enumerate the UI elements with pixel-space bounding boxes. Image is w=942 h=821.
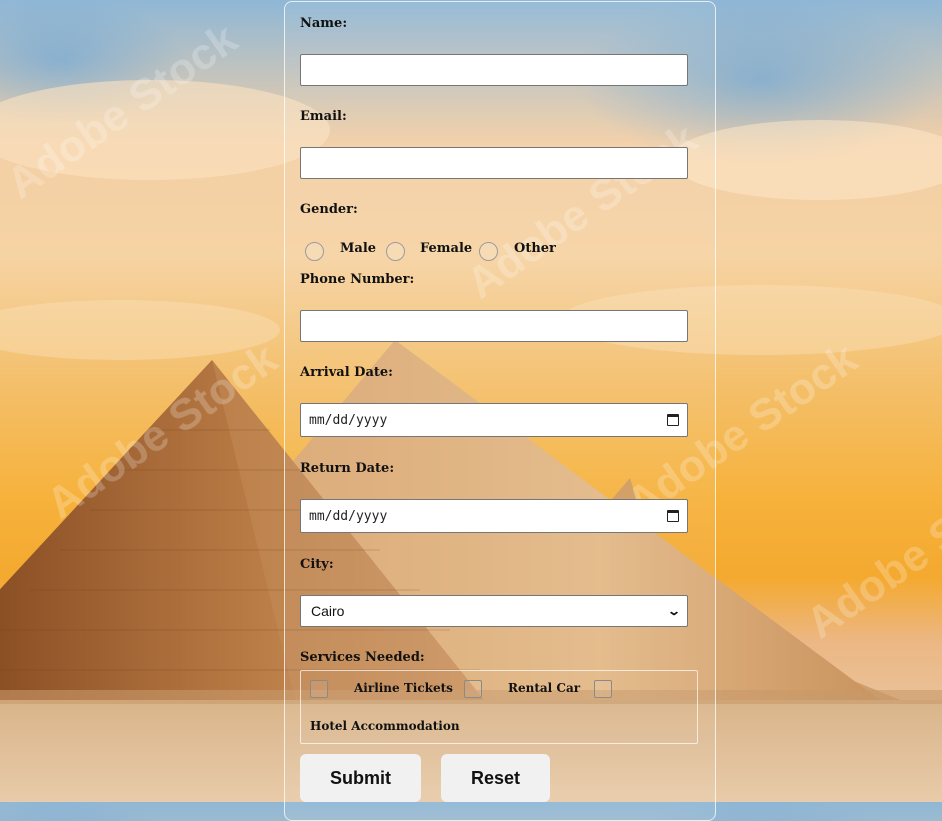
gender-other-radio[interactable] [479,242,498,261]
service-hotel-checkbox[interactable] [594,680,612,698]
return-date-label: Return Date: [300,461,395,476]
city-select[interactable]: Cairo ⌄ [300,595,688,627]
city-selected-value: Cairo [311,603,345,619]
return-date-placeholder: mm/dd/yyyy [309,508,388,524]
service-airline-label: Airline Tickets [354,681,453,695]
phone-input[interactable] [300,310,688,342]
gender-male-label: Male [340,241,377,256]
phone-label: Phone Number: [300,272,415,287]
service-airline-checkbox[interactable] [310,680,328,698]
arrival-date-label: Arrival Date: [300,365,393,380]
services-label: Services Needed: [300,650,425,665]
watermark-text: Adobe Stock [0,14,246,209]
service-rental-car-label: Rental Car [508,681,581,695]
gender-female-label: Female [420,241,473,256]
watermark-text: Adobe Stock [798,454,942,649]
service-hotel-label: Hotel Accommodation [310,719,460,733]
city-label: City: [300,557,334,572]
gender-male-radio[interactable] [305,242,324,261]
name-label: Name: [300,16,348,31]
email-label: Email: [300,109,347,124]
arrival-date-input[interactable]: mm/dd/yyyy [300,403,688,437]
submit-button[interactable]: Submit [300,754,421,802]
name-input[interactable] [300,54,688,86]
gender-other-label: Other [514,241,556,256]
chevron-down-icon: ⌄ [666,604,682,618]
return-date-input[interactable]: mm/dd/yyyy [300,499,688,533]
arrival-date-placeholder: mm/dd/yyyy [309,412,388,428]
watermark-text: Adobe Stock [38,334,287,529]
calendar-icon[interactable] [667,510,679,522]
gender-female-radio[interactable] [386,242,405,261]
reset-button[interactable]: Reset [441,754,550,802]
email-input[interactable] [300,147,688,179]
service-rental-car-checkbox[interactable] [464,680,482,698]
gender-label: Gender: [300,202,358,217]
calendar-icon[interactable] [667,414,679,426]
